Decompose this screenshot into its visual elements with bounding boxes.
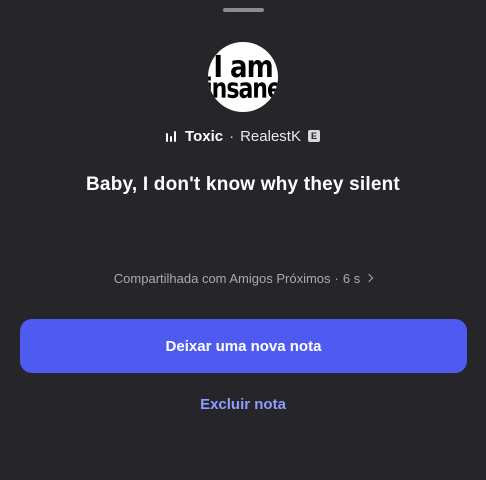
- note-text: Baby, I don't know why they silent: [86, 174, 400, 195]
- status-separator: ·: [334, 270, 339, 286]
- avatar: I am insane: [208, 42, 278, 112]
- delete-note-button[interactable]: Excluir nota: [0, 396, 486, 413]
- note-sheet: I am insane Toxic · RealestK E Baby, I d…: [0, 0, 486, 480]
- avatar-text-line2: insane: [208, 73, 278, 105]
- explicit-badge: E: [307, 130, 320, 142]
- music-bars-icon: [166, 130, 177, 142]
- time-ago: 6 s: [342, 270, 361, 286]
- track-separator: ·: [229, 127, 235, 145]
- track-title: Toxic: [185, 127, 224, 145]
- shared-with-label: Compartilhada com Amigos Próximos: [113, 270, 331, 286]
- chevron-right-icon: [364, 273, 374, 283]
- new-note-button[interactable]: Deixar uma nova nota: [20, 319, 467, 373]
- share-status[interactable]: Compartilhada com Amigos Próximos · 6 s: [0, 270, 486, 286]
- track-artist: RealestK: [240, 127, 301, 145]
- music-track-row[interactable]: Toxic · RealestK E: [0, 126, 486, 146]
- sheet-grabber-handle[interactable]: [223, 8, 264, 12]
